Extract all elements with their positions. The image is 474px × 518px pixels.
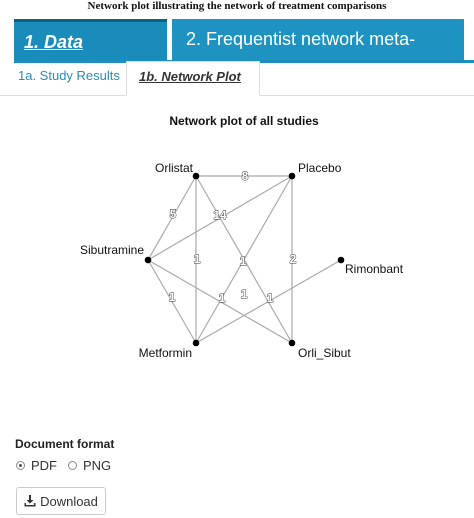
tab-network-plot[interactable]: 1b. Network Plot bbox=[126, 61, 260, 96]
edge-label-sibutramine-placebo: 14 bbox=[213, 208, 227, 222]
tab-study-results[interactable]: 1a. Study Results bbox=[14, 61, 124, 95]
radio-pdf-label: PDF bbox=[31, 457, 57, 473]
radio-pdf[interactable]: PDF bbox=[16, 457, 57, 473]
edges-layer: 8 5 14 1 1 1 2 1 1 1 bbox=[147, 169, 342, 344]
download-button[interactable]: Download bbox=[16, 487, 106, 515]
edge-label-sibutramine-metformin: 1 bbox=[169, 290, 176, 304]
main-tabs: 1. Data summary 2. Frequentist network m… bbox=[14, 16, 474, 93]
node-rimonbant bbox=[337, 256, 345, 264]
radio-png-label: PNG bbox=[83, 457, 112, 473]
node-label-placebo: Placebo bbox=[298, 161, 342, 175]
plot-title: Network plot of all studies bbox=[169, 114, 319, 128]
radio-png[interactable]: PNG bbox=[68, 457, 111, 473]
radio-png-circle[interactable] bbox=[68, 460, 77, 470]
radio-pdf-circle[interactable] bbox=[16, 460, 25, 470]
node-label-sibutramine: Sibutramine bbox=[80, 243, 144, 257]
node-label-metformin: Metformin bbox=[139, 346, 192, 360]
node-orlistat bbox=[192, 172, 200, 180]
sub-tabs: 1a. Study Results 1b. Network Plot bbox=[0, 61, 474, 96]
edge-label-sibutramine-orli_sibut: 1 bbox=[267, 291, 274, 305]
edge-label-placebo-orli_sibut: 2 bbox=[290, 252, 297, 266]
edge-label-orlistat-sibutramine: 5 bbox=[170, 207, 177, 221]
figure-caption: Network plot illustrating the network of… bbox=[87, 0, 387, 12]
node-orli_sibut bbox=[288, 339, 296, 347]
edge-label-orlistat-placebo: 8 bbox=[242, 169, 249, 183]
node-label-rimonbant: Rimonbant bbox=[345, 262, 404, 276]
node-label-orlistat: Orlistat bbox=[155, 161, 194, 175]
node-label-orli_sibut: Orli_Sibut bbox=[298, 346, 351, 360]
edge-label-orlistat-metformin: 1 bbox=[194, 252, 201, 266]
node-metformin bbox=[192, 339, 200, 347]
tab-data-summary[interactable]: 1. Data summary bbox=[14, 19, 167, 93]
download-icon bbox=[24, 495, 36, 507]
edge-label-rimonbant-metformin: 1 bbox=[241, 287, 248, 301]
edge-label-orlistat-orli_sibut: 1 bbox=[240, 254, 247, 268]
node-sibutramine bbox=[144, 256, 152, 264]
document-format-label: Document format bbox=[15, 437, 115, 451]
edge-label-placebo-metformin: 1 bbox=[219, 291, 226, 305]
download-label: Download bbox=[40, 493, 98, 509]
network-plot: Network plot of all studies 85 141 1121 11 … bbox=[80, 114, 404, 360]
node-placebo bbox=[288, 172, 296, 180]
tab-frequentist-nma[interactable]: 2. Frequentist network meta-analysis bbox=[172, 19, 464, 90]
